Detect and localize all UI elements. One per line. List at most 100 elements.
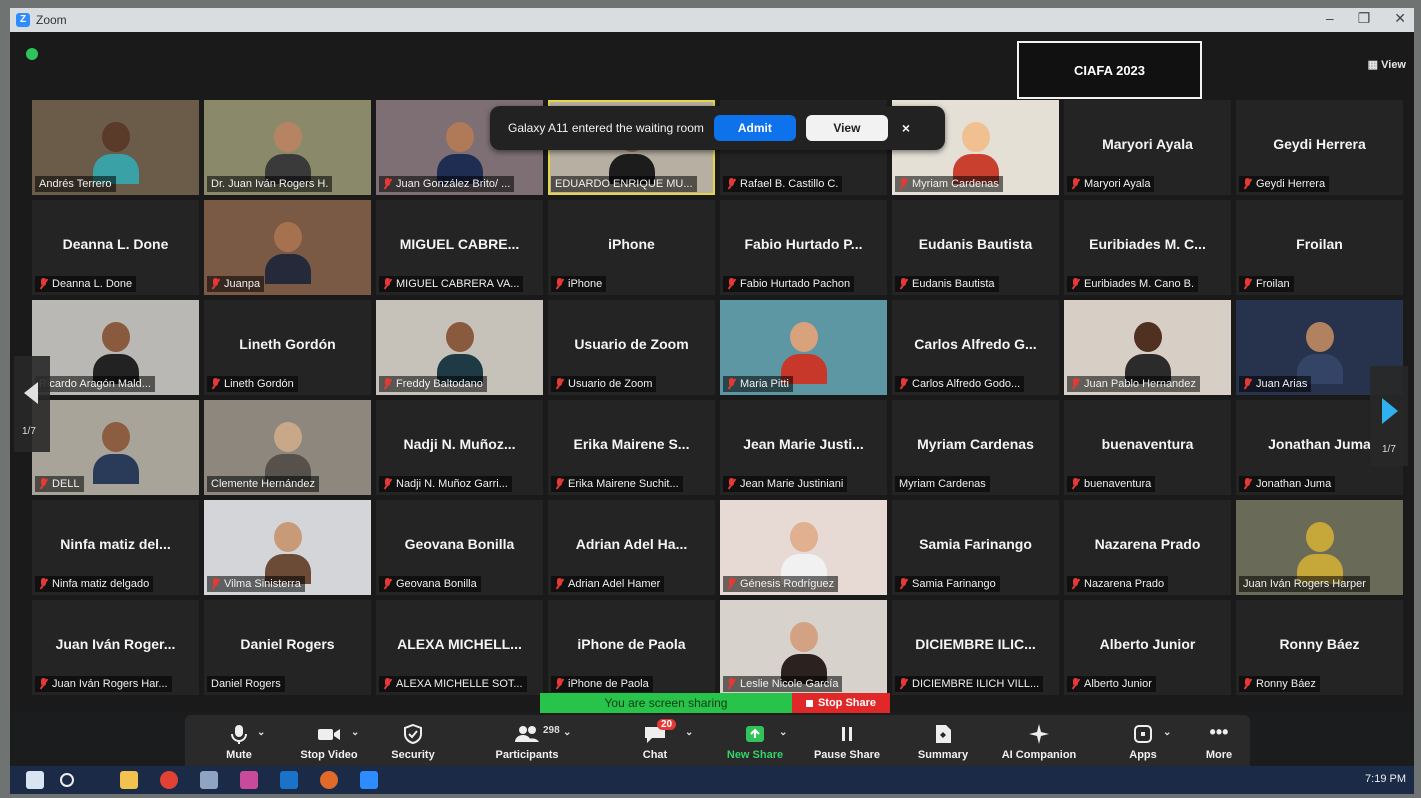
previous-page-button[interactable]: 1/7 [14,356,50,452]
participant-tile[interactable]: Fabio Hurtado P... Fabio Hurtado Pachon [720,200,887,295]
apps-button[interactable]: ⌄ Apps [1103,723,1183,761]
participant-tile[interactable]: DICIEMBRE ILIC... DICIEMBRE ILICH VILL... [892,600,1059,695]
participant-tile[interactable]: Ricardo Aragón Mald... [32,300,199,395]
participant-tile[interactable]: Geovana Bonilla Geovana Bonilla [376,500,543,595]
participant-tile[interactable]: Deanna L. Done Deanna L. Done [32,200,199,295]
ai-companion-button[interactable]: AI Companion [999,723,1079,761]
participant-tile[interactable]: Juanpa [204,200,371,295]
participant-tile[interactable]: Daniel Rogers Daniel Rogers [204,600,371,695]
sparkle-icon [999,723,1079,745]
muted-mic-icon [1071,278,1080,289]
next-page-button[interactable]: 1/7 [1370,366,1408,466]
summary-button[interactable]: Summary [903,723,983,761]
participant-tile[interactable]: Leslie Nicole García [720,600,887,695]
participant-tile[interactable]: Carlos Alfredo G... Carlos Alfredo Godo..… [892,300,1059,395]
mute-options-caret-icon[interactable]: ⌄ [257,727,265,738]
close-notification-icon[interactable]: × [902,120,910,136]
share-caret-icon[interactable]: ⌄ [779,727,787,738]
participant-tile[interactable]: Erika Mairene S... Erika Mairene Suchit..… [548,400,715,495]
restore-button[interactable]: ❐ [1358,10,1371,27]
muted-mic-icon [1071,678,1080,689]
muted-mic-icon [383,278,392,289]
participant-tile[interactable]: Ronny Báez Ronny Báez [1236,600,1403,695]
participant-tile[interactable]: Myriam Cardenas Myriam Cardenas [892,400,1059,495]
participant-tile[interactable]: Dr. Juan Iván Rogers H. [204,100,371,195]
participant-tile[interactable]: Eudanis Bautista Eudanis Bautista [892,200,1059,295]
participant-tile[interactable]: Maria Pitti [720,300,887,395]
participant-name-label: Clemente Hernández [207,476,319,492]
participant-tile[interactable]: Clemente Hernández [204,400,371,495]
participant-tile[interactable]: Alberto Junior Alberto Junior [1064,600,1231,695]
participant-tile[interactable]: Froilan Froilan [1236,200,1403,295]
participant-display-name: Geydi Herrera [1273,136,1366,152]
chrome-icon[interactable] [160,771,178,789]
more-button[interactable]: ••• More [1179,723,1259,761]
participant-tile[interactable]: buenaventura buenaventura [1064,400,1231,495]
participant-video [780,622,827,684]
security-shield-icon[interactable] [26,48,38,60]
close-button[interactable]: ✕ [1394,10,1406,27]
mute-button[interactable]: ⌄ Mute [199,723,279,761]
participants-button[interactable]: 298 ⌄ Participants [487,723,572,761]
participant-name-text: Vilma Sinisterra [224,578,301,590]
summary-label: Summary [917,749,969,761]
participant-tile[interactable]: Lineth Gordón Lineth Gordón [204,300,371,395]
pause-share-button[interactable]: Pause Share [807,723,887,761]
participant-tile[interactable]: Nazarena Prado Nazarena Prado [1064,500,1231,595]
sharing-status[interactable]: You are screen sharing [540,693,792,713]
participant-tile[interactable]: DELL [32,400,199,495]
participant-tile[interactable]: Maryori Ayala Maryori Ayala [1064,100,1231,195]
participant-tile[interactable]: Samia Farinango Samia Farinango [892,500,1059,595]
participant-tile[interactable]: MIGUEL CABRE... MIGUEL CABRERA VA... [376,200,543,295]
photos-icon[interactable] [200,771,218,789]
participant-tile[interactable]: Andrés Terrero [32,100,199,195]
stop-video-button[interactable]: ⌄ Stop Video [289,723,369,761]
search-icon[interactable] [60,773,74,787]
participant-name-label: Myriam Cardenas [895,476,990,492]
video-options-caret-icon[interactable]: ⌄ [351,727,359,738]
file-explorer-icon[interactable] [120,771,138,789]
participant-tile[interactable]: Ninfa matiz del... Ninfa matiz delgado [32,500,199,595]
participant-tile[interactable]: Vilma Sinisterra [204,500,371,595]
stop-share-button[interactable]: Stop Share [792,693,890,713]
participant-tile[interactable]: Juan Iván Rogers Harper [1236,500,1403,595]
participant-name-text: Myriam Cardenas [899,478,986,490]
muted-mic-icon [555,378,564,389]
chat-caret-icon[interactable]: ⌄ [685,727,693,738]
minimize-button[interactable]: – [1326,10,1334,27]
security-button[interactable]: Security [373,723,453,761]
outlook-icon[interactable] [280,771,298,789]
participant-tile[interactable]: Nadji N. Muñoz... Nadji N. Muñoz Garri... [376,400,543,495]
zoom-logo-icon: Z [16,13,30,27]
windows-start-icon[interactable] [26,771,44,789]
participant-tile[interactable]: Génesis Rodríguez [720,500,887,595]
participant-name-label: Ricardo Aragón Mald... [35,376,155,392]
powerpoint-icon[interactable] [320,771,338,789]
new-share-button[interactable]: ⌄ New Share [715,723,795,761]
participant-video [264,222,311,284]
participant-tile[interactable]: Euribiades M. C... Euribiades M. Cano B. [1064,200,1231,295]
participant-tile[interactable]: iPhone iPhone [548,200,715,295]
participant-name-text: Leslie Nicole García [740,678,839,690]
muted-mic-icon [555,578,564,589]
view-waiting-button[interactable]: View [805,115,888,141]
participants-caret-icon[interactable]: ⌄ [563,727,571,738]
apps-caret-icon[interactable]: ⌄ [1163,727,1171,738]
participant-tile[interactable]: Juan Iván Roger... Juan Iván Rogers Har..… [32,600,199,695]
participant-display-name: Geovana Bonilla [404,536,515,552]
participant-tile[interactable]: Jean Marie Justi... Jean Marie Justiniani [720,400,887,495]
participant-tile[interactable]: Usuario de Zoom Usuario de Zoom [548,300,715,395]
participant-name-label: Euribiades M. Cano B. [1067,276,1199,292]
chevron-left-icon [24,382,38,404]
view-button[interactable]: ▦ View [1368,58,1406,71]
snipping-tool-icon[interactable] [240,771,258,789]
admit-button[interactable]: Admit [713,115,796,141]
participant-tile[interactable]: iPhone de Paola iPhone de Paola [548,600,715,695]
participant-tile[interactable]: ALEXA MICHELL... ALEXA MICHELLE SOT... [376,600,543,695]
participant-tile[interactable]: Adrian Adel Ha... Adrian Adel Hamer [548,500,715,595]
participant-tile[interactable]: Juan Pablo Hernandez [1064,300,1231,395]
participant-tile[interactable]: Geydi Herrera Geydi Herrera [1236,100,1403,195]
zoom-taskbar-icon[interactable] [360,771,378,789]
chat-button[interactable]: 20 ⌄ Chat [615,719,695,761]
participant-tile[interactable]: Freddy Baltodano [376,300,543,395]
